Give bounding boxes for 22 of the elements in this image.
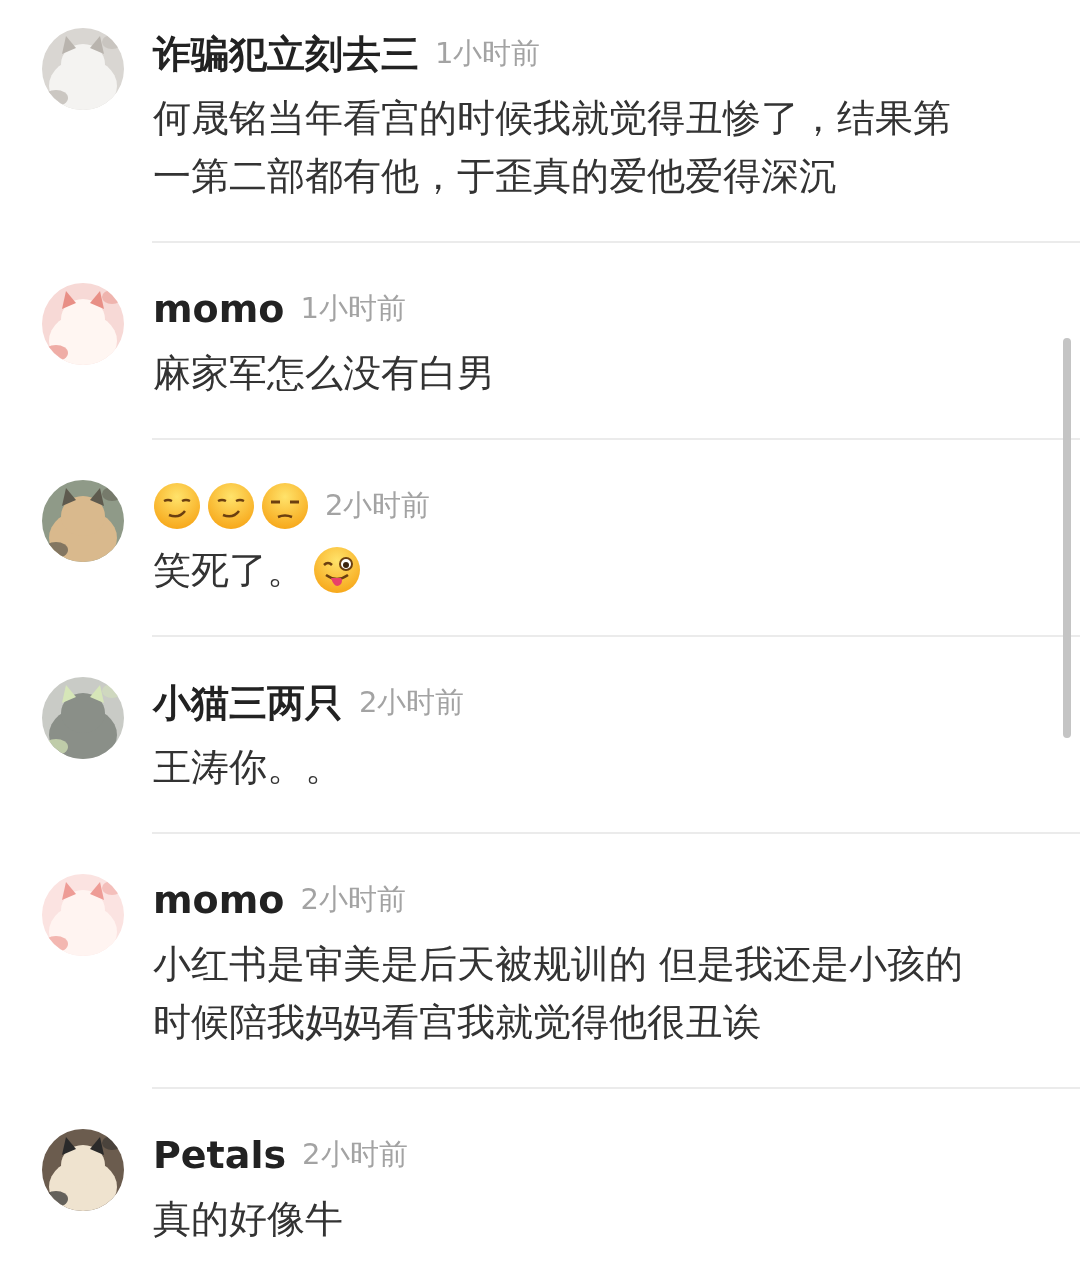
timestamp: 2小时前 (359, 684, 465, 721)
comment-text: 笑死了。 (153, 547, 305, 594)
comment-text: 何晟铭当年看宫的时候我就觉得丑惨了，结果第一第二部都有他，于歪真的爱他爱得深沉 (153, 95, 952, 200)
timestamp: 2小时前 (300, 881, 406, 918)
wink-tongue-emoji-icon (313, 546, 361, 594)
smirk-emoji-icon (153, 482, 201, 530)
username[interactable]: 小猫三两只 (153, 677, 343, 729)
username[interactable]: Petals (153, 1133, 287, 1177)
comment-text: 麻家军怎么没有白男 (153, 350, 496, 397)
username[interactable]: 诈骗犯立刻去三 (153, 28, 419, 80)
timestamp: 2小时前 (325, 487, 431, 524)
smirk-emoji-icon (207, 482, 255, 530)
comment-text: 王涛你。。 (153, 744, 344, 791)
timestamp: 1小时前 (300, 290, 406, 327)
timestamp: 1小时前 (435, 35, 541, 72)
timestamp: 2小时前 (302, 1136, 408, 1173)
comment-text: 小红书是审美是后天被规训的 但是我还是小孩的时候陪我妈妈看宫我就觉得他很丑诶 (153, 941, 965, 1046)
username[interactable]: momo (153, 287, 285, 331)
scrollbar[interactable] (1063, 338, 1071, 738)
comment-text: 真的好像牛 (153, 1196, 344, 1243)
username[interactable]: momo (153, 878, 285, 922)
unamused-emoji-icon (261, 482, 309, 530)
